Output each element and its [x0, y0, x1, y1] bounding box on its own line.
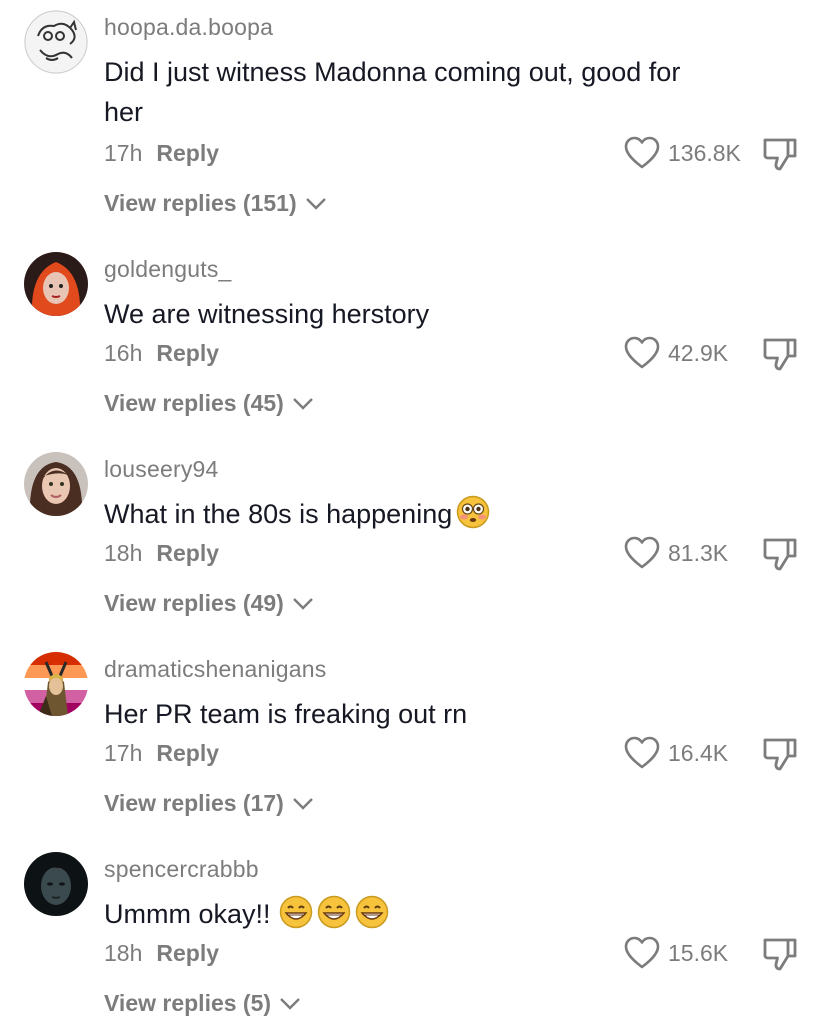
- view-replies-label: View replies (17): [104, 790, 284, 816]
- thumbs-down-icon: [763, 538, 797, 571]
- like-button[interactable]: 136.8K: [624, 136, 741, 170]
- comment-time: 18h: [104, 540, 143, 566]
- view-replies-label: View replies (49): [104, 590, 284, 616]
- dislike-button[interactable]: [762, 536, 798, 572]
- grinning-face-icon: [279, 895, 313, 929]
- avatar[interactable]: [24, 10, 88, 74]
- thumbs-down-icon: [763, 138, 797, 171]
- grinning-face-icon: [317, 895, 351, 929]
- reply-button[interactable]: Reply: [156, 140, 219, 166]
- comment-time: 18h: [104, 940, 143, 966]
- comment-text: What in the 80s is happening: [104, 494, 724, 534]
- comment-text: Did I just witness Madonna coming out, g…: [104, 57, 681, 127]
- heart-icon: [624, 336, 660, 369]
- avatar[interactable]: [24, 452, 88, 516]
- like-count: 136.8K: [668, 139, 741, 166]
- reply-button[interactable]: Reply: [156, 740, 219, 766]
- view-replies-button[interactable]: View replies (49): [104, 590, 314, 617]
- comment-meta: 16h Reply: [104, 340, 219, 367]
- dislike-button[interactable]: [762, 136, 798, 172]
- chevron-down-icon: [305, 197, 326, 210]
- chevron-down-icon: [280, 997, 300, 1010]
- reply-button[interactable]: Reply: [156, 540, 219, 566]
- dislike-button[interactable]: [762, 736, 798, 772]
- comment-text: Ummm okay!!: [104, 894, 724, 934]
- like-count: 42.9K: [668, 339, 729, 366]
- dislike-button[interactable]: [762, 336, 798, 372]
- comment-text: Her PR team is freaking out rn: [104, 699, 468, 729]
- dislike-button[interactable]: [762, 936, 798, 972]
- view-replies-button[interactable]: View replies (17): [104, 790, 314, 817]
- comment-username[interactable]: goldenguts_: [104, 256, 232, 283]
- like-count: 81.3K: [668, 539, 729, 566]
- view-replies-label: View replies (5): [104, 990, 272, 1016]
- chevron-down-icon: [292, 797, 313, 810]
- comment-meta: 17h Reply: [104, 740, 219, 767]
- chevron-down-icon: [292, 597, 313, 610]
- comment-time: 17h: [104, 740, 143, 766]
- flushed-face-icon: [456, 495, 490, 529]
- heart-icon: [624, 936, 660, 969]
- avatar[interactable]: [24, 252, 88, 316]
- comment-meta: 17h Reply: [104, 140, 219, 167]
- avatar[interactable]: [24, 852, 88, 916]
- thumbs-down-icon: [763, 338, 797, 371]
- comment-time: 16h: [104, 340, 143, 366]
- comment-meta: 18h Reply: [104, 540, 219, 567]
- heart-icon: [624, 136, 660, 169]
- comment-username[interactable]: hoopa.da.boopa: [104, 14, 273, 41]
- comment-text-body: Ummm okay!!: [104, 899, 271, 929]
- comment-username[interactable]: louseery94: [104, 456, 219, 483]
- heart-icon: [624, 736, 660, 769]
- like-button[interactable]: 81.3K: [624, 536, 728, 570]
- like-button[interactable]: 16.4K: [624, 736, 728, 770]
- view-replies-button[interactable]: View replies (151): [104, 190, 327, 217]
- like-button[interactable]: 15.6K: [624, 936, 728, 970]
- comment-text-body: What in the 80s is happening: [104, 499, 453, 529]
- reply-button[interactable]: Reply: [156, 340, 219, 366]
- view-replies-button[interactable]: View replies (45): [104, 390, 314, 417]
- grinning-face-icon: [355, 895, 389, 929]
- like-button[interactable]: 42.9K: [624, 336, 728, 370]
- view-replies-label: View replies (151): [104, 190, 297, 216]
- chevron-down-icon: [292, 397, 313, 410]
- reply-button[interactable]: Reply: [156, 940, 219, 966]
- comment-meta: 18h Reply: [104, 940, 219, 967]
- comment-username[interactable]: dramaticshenanigans: [104, 656, 326, 683]
- heart-icon: [624, 536, 660, 569]
- avatar[interactable]: [24, 652, 88, 716]
- thumbs-down-icon: [763, 738, 797, 771]
- comment-username[interactable]: spencercrabbb: [104, 856, 259, 883]
- comment-time: 17h: [104, 140, 143, 166]
- like-count: 16.4K: [668, 739, 729, 766]
- thumbs-down-icon: [763, 938, 797, 971]
- view-replies-button[interactable]: View replies (5): [104, 990, 301, 1017]
- comment-text: We are witnessing herstory: [104, 299, 430, 329]
- view-replies-label: View replies (45): [104, 390, 284, 416]
- like-count: 15.6K: [668, 939, 729, 966]
